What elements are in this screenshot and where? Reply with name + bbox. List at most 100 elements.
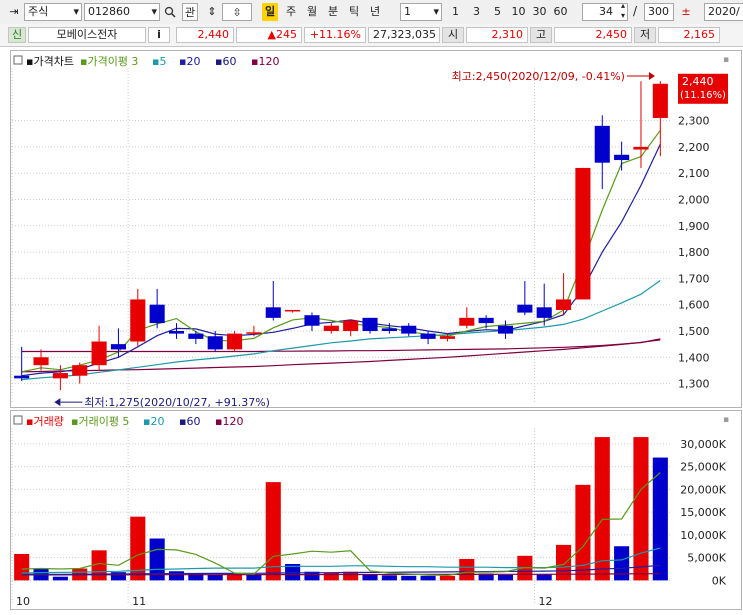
volume-bar (381, 575, 397, 581)
candle-body (227, 333, 243, 350)
candle-body (517, 304, 533, 313)
volume-tick-label: 20,000K (680, 483, 726, 496)
volume-bar (614, 546, 630, 581)
price-tick-label: 1,400 (678, 351, 710, 364)
price-tick-label: 2,100 (678, 167, 710, 180)
price-ma20-line (21, 280, 661, 381)
candle-body (130, 299, 146, 342)
volume-bar (52, 576, 68, 581)
volume-bar (362, 574, 378, 581)
candle-body (439, 336, 455, 339)
volume-bar (207, 574, 223, 581)
volume-bar (246, 574, 262, 581)
price-tick-label: 1,600 (678, 299, 710, 312)
volume-bar (497, 574, 514, 581)
candle-body (72, 365, 88, 376)
volume-bar (439, 575, 455, 581)
x-date-label: 11 (132, 595, 146, 608)
high-annotation: 최고:2,450(2020/12/09, -0.41%) (452, 70, 625, 83)
volume-bar (556, 544, 572, 581)
price-tick-label: 1,300 (678, 378, 710, 391)
price-ma3-line (21, 129, 661, 373)
volume-legend-item: ▪거래이평 5 (71, 415, 129, 428)
low-annotation: 최저:1,275(2020/10/27, +91.37%) (84, 396, 270, 409)
candle-body (14, 375, 30, 379)
price-tick-label: 2,300 (678, 115, 710, 128)
volume-bar (265, 482, 281, 581)
candle-body (110, 344, 126, 350)
price-tick-label: 2,200 (678, 141, 710, 154)
price-legend-item: ▪5 (152, 55, 166, 68)
volume-bar (420, 575, 436, 581)
price-legend-item: ▪60 (215, 55, 236, 68)
candle-body (575, 167, 591, 300)
panel-menu-icon: ▪ (723, 55, 729, 65)
price-tick-label: 1,700 (678, 272, 710, 285)
price-tick-label: 2,000 (678, 193, 710, 206)
high-arrowhead (648, 72, 655, 80)
candle-body (614, 154, 630, 161)
candle-body (168, 330, 185, 334)
candle-body (323, 325, 339, 331)
volume-bar (536, 573, 552, 581)
low-arrowhead (54, 398, 61, 407)
volume-bar (14, 553, 30, 581)
candle-body (246, 332, 262, 334)
legend-box-icon (13, 55, 23, 65)
price-legend-item: ▪가격차트 (26, 55, 74, 68)
panel-menu-icon: ▪ (723, 415, 729, 425)
volume-tick-label: 30,000K (680, 438, 726, 451)
volume-legend-item: ▪20 (143, 415, 164, 428)
price-legend-item: ▪20 (179, 55, 200, 68)
chart-canvas: 1,300 1,400 1,500 1,600 1,700 1,800 1,900 2,000… (11, 55, 729, 608)
current-price-change: (11.16%) (680, 90, 726, 101)
price-tick-label: 1,900 (678, 220, 710, 233)
price-legend-item: ▪가격이평 3 (80, 55, 138, 68)
volume-bar (459, 558, 475, 581)
volume-bar (594, 437, 610, 581)
volume-tick-label: 25,000K (680, 461, 726, 474)
candle-body (149, 304, 165, 324)
candle-body (362, 317, 378, 331)
legend-box-icon (13, 415, 23, 425)
price-tick-label: 1,800 (678, 246, 710, 259)
candle-body (343, 320, 359, 331)
volume-bar (227, 574, 243, 581)
volume-bar (168, 571, 185, 581)
candle-body (401, 325, 417, 334)
volume-tick-label: 10,000K (680, 529, 726, 542)
candle-body (285, 309, 301, 312)
volume-tick-label: 15,000K (680, 506, 726, 519)
candle-body (265, 307, 281, 318)
candle-body (459, 317, 475, 326)
price-ma5-line (21, 144, 661, 377)
candle-body (633, 146, 649, 150)
price-legend-item: ▪120 (251, 55, 279, 68)
candle-body (33, 357, 49, 366)
volume-bar (323, 572, 339, 581)
current-price-label: 2,440 (682, 75, 714, 88)
x-date-label: 12 (539, 595, 553, 608)
candle-body (304, 315, 320, 326)
candle-body (420, 333, 436, 339)
candle-body (594, 125, 610, 163)
candle-body (188, 333, 204, 339)
volume-bar (401, 575, 417, 581)
price-tick-label: 1,500 (678, 325, 710, 338)
candle-body (381, 328, 397, 331)
candle-body (497, 325, 514, 334)
volume-legend-item: ▪120 (215, 415, 243, 428)
candle-body (652, 83, 668, 118)
volume-tick-label: 5,000K (687, 552, 726, 565)
volume-legend-item: ▪거래량 (26, 415, 64, 428)
candle-body (52, 373, 68, 379)
candle-body (207, 336, 223, 350)
candle-body (556, 299, 572, 310)
candle-body (91, 341, 107, 366)
candle-body (536, 307, 552, 318)
volume-tick-label: 0K (712, 574, 727, 587)
volume-bar (633, 437, 649, 581)
volume-legend-item: ▪60 (179, 415, 200, 428)
volume-bar (652, 457, 668, 581)
candle-body (478, 317, 494, 324)
